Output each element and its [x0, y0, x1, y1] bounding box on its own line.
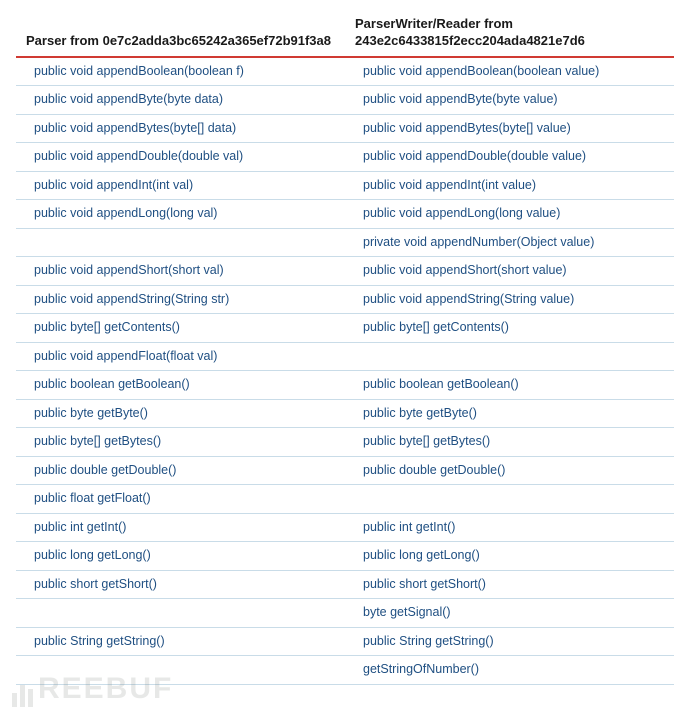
- table-row: public byte[] getBytes()public byte[] ge…: [16, 428, 674, 457]
- cell-left: public double getDouble(): [16, 456, 345, 485]
- table-body: public void appendBoolean(boolean f)publ…: [16, 57, 674, 685]
- cell-right: public byte[] getContents(): [345, 314, 674, 343]
- cell-right: public void appendBytes(byte[] value): [345, 114, 674, 143]
- comparison-table: Parser from 0e7c2adda3bc65242a365ef72b91…: [16, 10, 674, 685]
- table-row: getStringOfNumber(): [16, 656, 674, 685]
- table-row: public boolean getBoolean()public boolea…: [16, 371, 674, 400]
- header-right: ParserWriter/Reader from 243e2c6433815f2…: [345, 10, 674, 57]
- cell-left: [16, 228, 345, 257]
- cell-right: public void appendString(String value): [345, 285, 674, 314]
- cell-right: public void appendByte(byte value): [345, 86, 674, 115]
- cell-left: public void appendDouble(double val): [16, 143, 345, 172]
- cell-right: public long getLong(): [345, 542, 674, 571]
- table-row: public void appendBoolean(boolean f)publ…: [16, 57, 674, 86]
- table-row: private void appendNumber(Object value): [16, 228, 674, 257]
- cell-right: byte getSignal(): [345, 599, 674, 628]
- cell-right: public byte[] getBytes(): [345, 428, 674, 457]
- table-row: public double getDouble()public double g…: [16, 456, 674, 485]
- cell-right: public void appendLong(long value): [345, 200, 674, 229]
- table-row: public short getShort()public short getS…: [16, 570, 674, 599]
- cell-right: private void appendNumber(Object value): [345, 228, 674, 257]
- cell-left: public byte[] getContents(): [16, 314, 345, 343]
- table-row: public void appendDouble(double val)publ…: [16, 143, 674, 172]
- table-row: public long getLong()public long getLong…: [16, 542, 674, 571]
- cell-right: public void appendInt(int value): [345, 171, 674, 200]
- cell-right: public int getInt(): [345, 513, 674, 542]
- cell-right: public boolean getBoolean(): [345, 371, 674, 400]
- cell-right: public double getDouble(): [345, 456, 674, 485]
- cell-left: public void appendInt(int val): [16, 171, 345, 200]
- table-row: public void appendInt(int val)public voi…: [16, 171, 674, 200]
- cell-right: public byte getByte(): [345, 399, 674, 428]
- cell-left: public void appendShort(short val): [16, 257, 345, 286]
- cell-left: public void appendLong(long val): [16, 200, 345, 229]
- table-row: public void appendFloat(float val): [16, 342, 674, 371]
- cell-right: public String getString(): [345, 627, 674, 656]
- cell-left: public void appendString(String str): [16, 285, 345, 314]
- cell-right: [345, 342, 674, 371]
- cell-left: [16, 599, 345, 628]
- cell-left: public byte getByte(): [16, 399, 345, 428]
- cell-left: public String getString(): [16, 627, 345, 656]
- cell-right: [345, 485, 674, 514]
- cell-left: public void appendBoolean(boolean f): [16, 57, 345, 86]
- cell-left: public int getInt(): [16, 513, 345, 542]
- cell-left: public byte[] getBytes(): [16, 428, 345, 457]
- cell-right: public void appendShort(short value): [345, 257, 674, 286]
- cell-right: getStringOfNumber(): [345, 656, 674, 685]
- table-row: public void appendString(String str)publ…: [16, 285, 674, 314]
- table-row: public void appendLong(long val)public v…: [16, 200, 674, 229]
- cell-left: public void appendFloat(float val): [16, 342, 345, 371]
- table-row: public int getInt()public int getInt(): [16, 513, 674, 542]
- cell-right: public short getShort(): [345, 570, 674, 599]
- table-row: byte getSignal(): [16, 599, 674, 628]
- cell-left: public float getFloat(): [16, 485, 345, 514]
- table-header-row: Parser from 0e7c2adda3bc65242a365ef72b91…: [16, 10, 674, 57]
- table-row: public float getFloat(): [16, 485, 674, 514]
- cell-left: public short getShort(): [16, 570, 345, 599]
- cell-left: public void appendByte(byte data): [16, 86, 345, 115]
- table-row: public void appendBytes(byte[] data)publ…: [16, 114, 674, 143]
- header-left: Parser from 0e7c2adda3bc65242a365ef72b91…: [16, 10, 345, 57]
- table-row: public void appendShort(short val)public…: [16, 257, 674, 286]
- table-row: public void appendByte(byte data)public …: [16, 86, 674, 115]
- table-row: public String getString()public String g…: [16, 627, 674, 656]
- table-row: public byte[] getContents()public byte[]…: [16, 314, 674, 343]
- cell-left: [16, 656, 345, 685]
- table-row: public byte getByte()public byte getByte…: [16, 399, 674, 428]
- cell-left: public boolean getBoolean(): [16, 371, 345, 400]
- cell-right: public void appendDouble(double value): [345, 143, 674, 172]
- cell-right: public void appendBoolean(boolean value): [345, 57, 674, 86]
- cell-left: public void appendBytes(byte[] data): [16, 114, 345, 143]
- cell-left: public long getLong(): [16, 542, 345, 571]
